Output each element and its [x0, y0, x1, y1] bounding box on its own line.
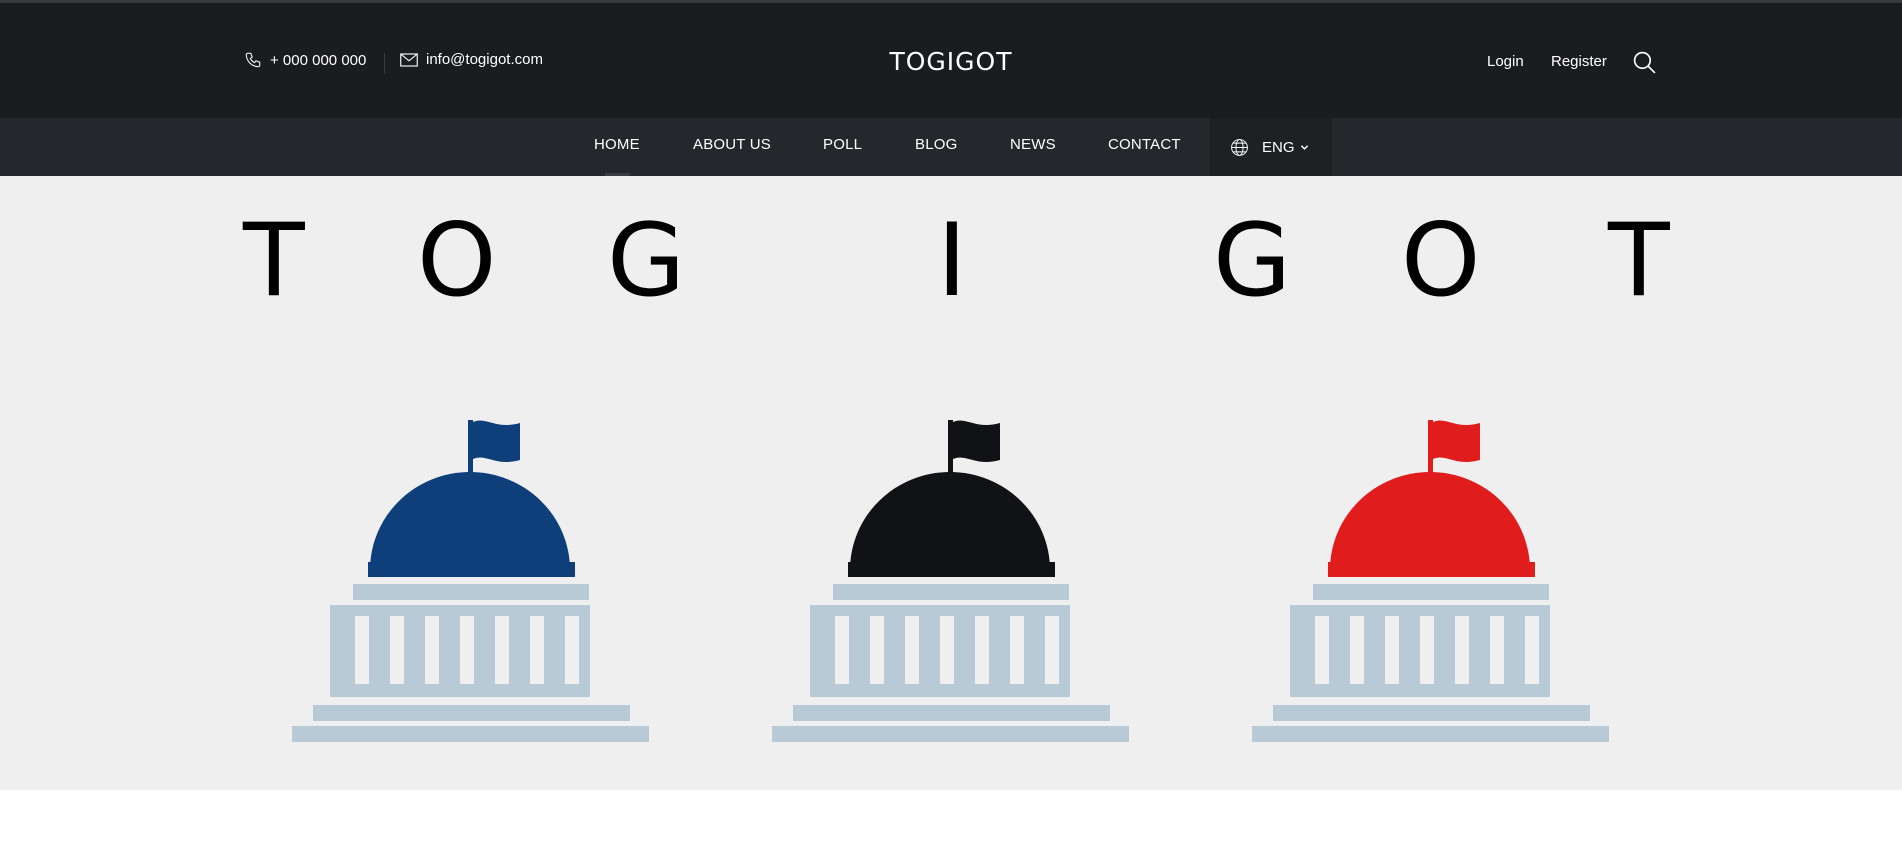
top-header: + 000 000 000 info@togigot.com TOGIGOT L…	[0, 3, 1902, 118]
login-link[interactable]: Login	[1487, 53, 1524, 70]
capitol-black-icon	[770, 386, 1130, 751]
search-icon[interactable]	[1632, 50, 1657, 80]
capitol-red-icon	[1250, 386, 1610, 751]
globe-icon	[1231, 138, 1248, 156]
site-logo[interactable]: TOGIGOT	[0, 47, 1902, 76]
nav-contact[interactable]: CONTACT	[1108, 136, 1181, 153]
nav-news[interactable]: NEWS	[1010, 136, 1056, 153]
hero-title: T O G I G O T	[0, 201, 1902, 319]
nav-poll[interactable]: POLL	[823, 136, 862, 153]
hero-letter: O	[1401, 201, 1481, 319]
hero-letter: G	[1213, 201, 1292, 319]
hero-letter: T	[243, 201, 305, 319]
hero-letter: O	[417, 201, 497, 319]
chevron-down-icon	[1300, 144, 1308, 150]
nav-blog[interactable]: BLOG	[915, 136, 957, 153]
language-label: ENG	[1262, 138, 1295, 156]
hero-letter: T	[1608, 201, 1670, 319]
nav-about-us[interactable]: ABOUT US	[693, 136, 771, 153]
hero-letter: I	[937, 201, 967, 319]
main-nav: HOME ABOUT US POLL BLOG NEWS CONTACT ENG	[0, 118, 1902, 176]
language-selector[interactable]: ENG	[1210, 118, 1332, 176]
hero-letter: G	[607, 201, 686, 319]
capitol-blue-icon	[290, 386, 650, 751]
register-link[interactable]: Register	[1551, 53, 1607, 70]
hero-banner: T O G I G O T	[0, 176, 1902, 790]
nav-home[interactable]: HOME	[594, 136, 640, 153]
